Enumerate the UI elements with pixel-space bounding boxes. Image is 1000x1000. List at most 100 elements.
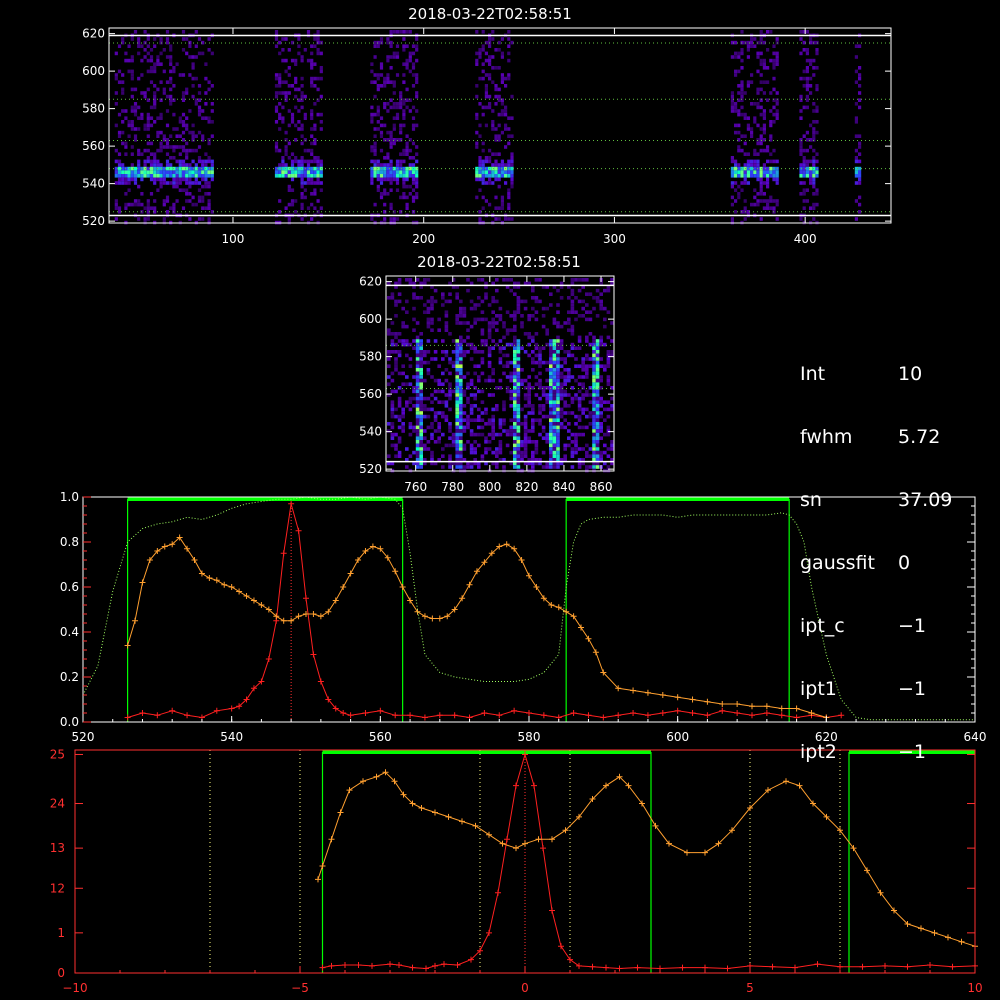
heat-cell xyxy=(430,317,434,322)
heat-cell xyxy=(153,94,157,99)
heat-cell xyxy=(549,364,553,368)
heat-cell xyxy=(606,465,611,469)
heat-cell xyxy=(484,450,488,455)
data-point-orange xyxy=(734,701,741,707)
heat-cell xyxy=(477,418,481,422)
heat-cell xyxy=(426,299,431,304)
data-point-orange xyxy=(347,570,354,577)
heat-cell xyxy=(513,400,517,404)
heat-cell xyxy=(481,112,485,117)
x-tick-label: 520 xyxy=(72,730,95,744)
heat-cell xyxy=(799,163,803,167)
heat-cell xyxy=(541,346,546,350)
heat-cell xyxy=(743,134,747,138)
heat-cell xyxy=(169,156,173,160)
heat-cell xyxy=(370,181,374,185)
heat-cell xyxy=(516,436,521,440)
heat-cell xyxy=(488,55,492,59)
heat-cell xyxy=(207,170,211,174)
heat-cell xyxy=(455,443,459,448)
heat-cell xyxy=(281,58,285,63)
heat-cell xyxy=(201,170,205,174)
heat-cell xyxy=(310,127,314,131)
heat-cell xyxy=(278,40,282,45)
heat-cell xyxy=(775,202,779,207)
heat-cell xyxy=(175,134,179,138)
heat-cell xyxy=(610,440,614,444)
heat-cell xyxy=(570,400,575,404)
heat-cell xyxy=(402,44,406,48)
heat-cell xyxy=(121,177,125,182)
heat-cell xyxy=(487,321,492,325)
heat-cell xyxy=(775,116,779,120)
heat-cell xyxy=(153,156,157,160)
heat-cell xyxy=(858,76,862,81)
heat-cell xyxy=(376,159,380,164)
heat-cell xyxy=(481,69,485,74)
heat-cell xyxy=(386,55,390,59)
heat-cell xyxy=(812,159,816,164)
heat-cell xyxy=(201,195,205,200)
heat-cell xyxy=(513,353,517,358)
heat-cell xyxy=(392,141,396,146)
heat-cell xyxy=(743,116,747,120)
heat-cell xyxy=(599,411,603,415)
data-point-orange xyxy=(315,876,321,883)
heat-cell xyxy=(746,48,750,52)
heat-cell xyxy=(127,174,131,178)
heat-cell xyxy=(750,102,754,106)
heat-cell xyxy=(146,141,150,146)
heat-cell xyxy=(606,364,611,368)
heat-cell xyxy=(426,350,431,354)
data-point-red xyxy=(531,782,537,789)
heat-cell xyxy=(516,440,521,444)
heat-cell xyxy=(274,30,279,34)
heat-cell xyxy=(419,432,423,437)
heat-cell xyxy=(495,299,499,304)
heat-cell xyxy=(473,317,477,322)
heat-cell xyxy=(495,386,499,390)
heat-cell xyxy=(484,123,488,128)
x-tick-label: 540 xyxy=(220,730,243,744)
heat-cell xyxy=(165,138,170,142)
heat-cell xyxy=(581,425,585,430)
heat-cell xyxy=(466,371,470,376)
heat-cell xyxy=(394,432,398,437)
info-row-ipt2: ipt2 −1 xyxy=(800,742,952,763)
heat-cell xyxy=(563,443,567,448)
heat-cell xyxy=(487,335,492,340)
heat-cell xyxy=(595,436,600,440)
heat-cell xyxy=(498,425,503,430)
heat-cell xyxy=(143,170,147,174)
heat-cell xyxy=(197,170,202,174)
heat-cell xyxy=(415,450,420,455)
heat-cell xyxy=(290,199,295,203)
heat-cell xyxy=(477,443,481,448)
heat-cell xyxy=(552,353,557,358)
heat-cell xyxy=(516,393,521,397)
heat-cell xyxy=(858,170,862,174)
heat-cell xyxy=(169,174,173,178)
heat-cell xyxy=(585,368,589,372)
heat-cell xyxy=(395,44,400,48)
heat-cell xyxy=(523,404,528,408)
heat-cell xyxy=(316,159,320,164)
heat-cell xyxy=(162,177,166,182)
heat-cell xyxy=(759,217,763,221)
heat-cell xyxy=(585,450,589,455)
heat-cell xyxy=(149,174,154,178)
heat-cell xyxy=(433,440,438,444)
heat-cell xyxy=(290,116,295,120)
heat-cell xyxy=(743,206,747,210)
heat-cell xyxy=(494,134,498,138)
data-point-orange xyxy=(945,934,951,941)
heat-cell xyxy=(494,127,498,131)
heat-cell xyxy=(599,375,603,379)
heat-cell xyxy=(585,414,589,419)
heat-cell xyxy=(188,73,192,77)
heat-cell xyxy=(405,465,409,469)
heat-cell xyxy=(545,332,549,336)
series-line-red xyxy=(127,503,842,719)
heat-cell xyxy=(194,163,198,167)
data-point-orange xyxy=(139,579,146,586)
